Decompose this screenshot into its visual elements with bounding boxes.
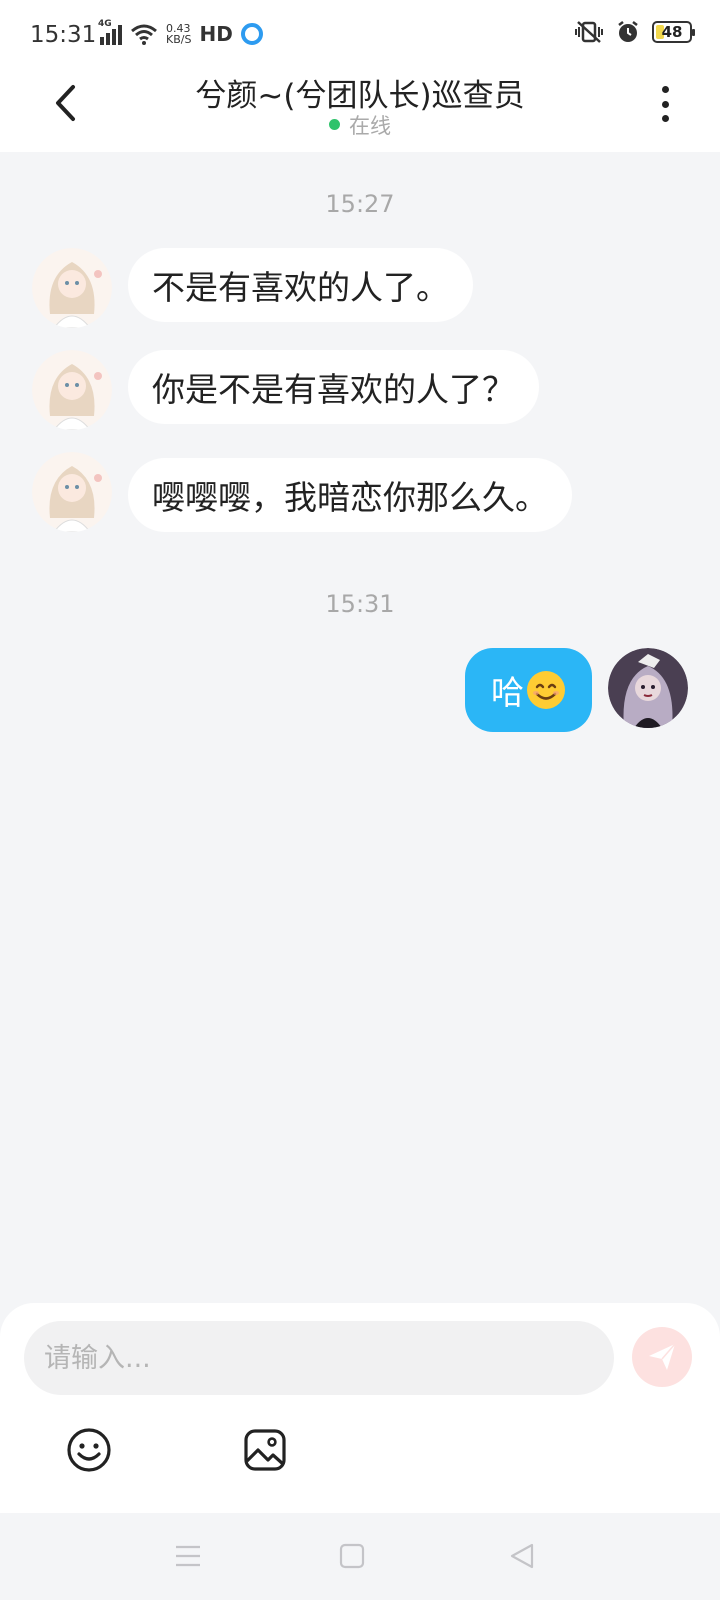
- emoji-button[interactable]: [64, 1425, 114, 1475]
- message-timestamp: 15:27: [325, 190, 395, 218]
- image-icon: [244, 1429, 286, 1471]
- message-composer: [0, 1303, 720, 1513]
- contact-name: 兮颜~(兮团队长)巡查员: [195, 78, 525, 114]
- contact-avatar[interactable]: [32, 350, 112, 430]
- nav-back-button[interactable]: [504, 1538, 540, 1574]
- system-navigation-bar: [0, 1513, 720, 1600]
- online-dot-icon: [329, 119, 340, 130]
- paper-plane-icon: [649, 1343, 676, 1370]
- send-button[interactable]: [632, 1327, 692, 1387]
- status-right-icons: 48: [574, 20, 695, 44]
- status-time: 15:31: [30, 22, 97, 48]
- chat-header: 兮颜~(兮团队长)巡查员 在线: [0, 70, 720, 152]
- battery-icon: 48: [652, 21, 695, 43]
- message-timestamp: 15:31: [325, 590, 395, 618]
- more-vertical-icon: [661, 86, 669, 93]
- wifi-icon: [131, 24, 157, 45]
- nav-menu-button[interactable]: [170, 1538, 206, 1574]
- online-status: 在线: [0, 110, 720, 140]
- alarm-icon: [618, 21, 638, 42]
- network-speed: 0.43 KB/S: [166, 22, 192, 46]
- my-avatar[interactable]: [608, 648, 688, 728]
- square-icon: [339, 1543, 365, 1569]
- incoming-message[interactable]: 不是有喜欢的人了。: [128, 248, 473, 322]
- more-options-button[interactable]: [650, 82, 680, 126]
- status-bar: 15:31 4G 0.43 KB/S HD 48: [0, 0, 720, 70]
- contact-avatar[interactable]: [32, 248, 112, 328]
- outgoing-message-text: 哈: [491, 673, 524, 712]
- incoming-message[interactable]: 嘤嘤嘤，我暗恋你那么久。: [128, 458, 572, 532]
- smiling-face-icon: [527, 671, 565, 709]
- message-input[interactable]: [24, 1321, 614, 1395]
- contact-avatar[interactable]: [32, 452, 112, 532]
- incoming-message[interactable]: 你是不是有喜欢的人了？: [128, 350, 539, 424]
- triangle-back-icon: [510, 1543, 534, 1569]
- smiley-icon: [67, 1428, 111, 1472]
- image-button[interactable]: [240, 1425, 290, 1475]
- cellular-signal-icon: 4G: [98, 19, 122, 45]
- online-status-label: 在线: [349, 114, 391, 138]
- vibrate-mute-icon: [575, 21, 603, 43]
- outgoing-message[interactable]: 哈: [465, 648, 592, 732]
- app-notification-icon: [240, 23, 263, 45]
- nav-home-button[interactable]: [334, 1538, 370, 1574]
- status-left-icons: 4G 0.43 KB/S HD: [98, 19, 263, 46]
- hd-indicator: HD: [199, 22, 233, 46]
- menu-icon: [176, 1545, 200, 1567]
